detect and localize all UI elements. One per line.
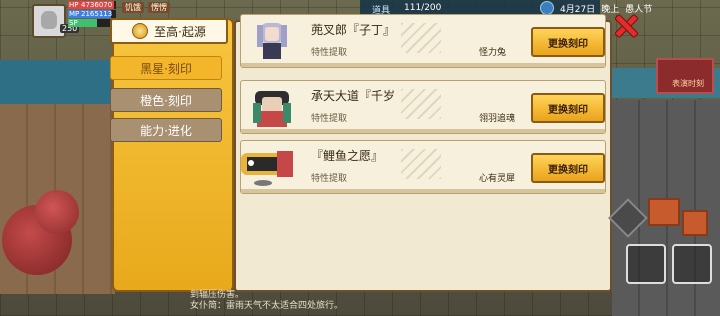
message-log: 到辐压伤害。 女仆简：雷雨天气不太适合四处旅行。	[190, 290, 343, 312]
map-stage-label: 表演时刻	[672, 79, 704, 88]
engraving-skill: 怪力兔	[479, 48, 507, 58]
engraving-list[interactable]: 蔸叉郎『子丁』 特性提取 怪力兔 更换刻印 承天大道『千岁 特性提取 翎羽追魂 …	[234, 14, 612, 292]
engraving-title: 承天大道『千岁	[311, 89, 396, 103]
tab-label: 至高·起源	[154, 24, 206, 39]
carp-icon	[241, 151, 293, 186]
sp-bar: SP	[68, 19, 116, 27]
engraving-skill: 翎羽追魂	[479, 114, 516, 124]
engraving-title: 『鲤鱼之愿』	[311, 149, 384, 163]
engraving-skill: 心有灵犀	[479, 174, 516, 184]
hp-value: 4736070	[81, 1, 113, 9]
log-line: 女仆简：雷雨天气不太适合四处旅行。	[190, 301, 344, 311]
tab-label: 黑星·刻印	[140, 61, 192, 76]
card-decoration	[401, 23, 441, 53]
card-decoration	[401, 89, 441, 119]
mp-value: 2165113	[81, 10, 113, 18]
date-label: 4月27日	[560, 4, 596, 15]
map-tree-small	[35, 190, 79, 234]
globe-icon	[540, 1, 554, 15]
sp-label: SP	[69, 19, 78, 27]
engraving-card: 蔸叉郎『子丁』 特性提取 怪力兔 更换刻印	[240, 14, 606, 68]
log-line: 到辐压伤害。	[190, 290, 245, 300]
engraving-title: 蔸叉郎『子丁』	[311, 23, 396, 37]
map-marker-2	[682, 210, 708, 236]
mp-bar: MP 2165113	[68, 10, 116, 18]
hp-label: HP	[69, 1, 79, 9]
map-water	[0, 60, 110, 104]
engraving-card: 承天大道『千岁 特性提取 翎羽追魂 更换刻印	[240, 80, 606, 134]
card-decoration	[401, 149, 441, 179]
status-tags: 饥饿 愣愣	[122, 2, 170, 13]
map-marker	[648, 198, 680, 226]
tab-ability-evolution[interactable]: 能力·进化	[110, 118, 222, 142]
tab-label: 能力·进化	[140, 123, 192, 138]
category-sidebar: 至高·起源 黑星·刻印 橙色·刻印 能力·进化	[110, 18, 234, 292]
medal-icon	[132, 23, 149, 39]
change-engraving-button[interactable]: 更换刻印	[531, 153, 605, 183]
hp-bar: HP 4736070	[68, 1, 116, 9]
character-portrait	[253, 91, 291, 127]
engraving-panel: 至高·起源 黑星·刻印 橙色·刻印 能力·进化 蔸叉郎『子丁』 特性提取 怪力兔	[110, 14, 612, 292]
tab-orange[interactable]: 橙色·刻印	[110, 88, 222, 112]
mp-label: MP	[69, 10, 80, 18]
sword-icon[interactable]	[626, 244, 666, 284]
player-stat-bars: HP 4736070 MP 2165113 SP	[68, 1, 116, 28]
change-engraving-button[interactable]: 更换刻印	[531, 27, 605, 57]
inventory-count: 111/200	[404, 3, 442, 13]
engraving-subtitle: 特性提取	[311, 174, 348, 184]
engraving-subtitle: 特性提取	[311, 48, 348, 58]
tab-supreme-origin[interactable]: 至高·起源	[110, 18, 228, 44]
tab-black-star[interactable]: 黑星·刻印	[110, 56, 222, 80]
status-tag[interactable]: 饥饿	[122, 2, 144, 13]
bow-icon[interactable]	[672, 244, 712, 284]
character-portrait	[257, 23, 287, 59]
tab-label: 橙色·刻印	[140, 93, 192, 108]
close-icon[interactable]	[612, 12, 638, 38]
engraving-subtitle: 特性提取	[311, 114, 348, 124]
status-tag[interactable]: 愣愣	[148, 2, 170, 13]
engraving-card: 『鲤鱼之愿』 特性提取 心有灵犀 更换刻印	[240, 140, 606, 194]
change-engraving-button[interactable]: 更换刻印	[531, 93, 605, 123]
